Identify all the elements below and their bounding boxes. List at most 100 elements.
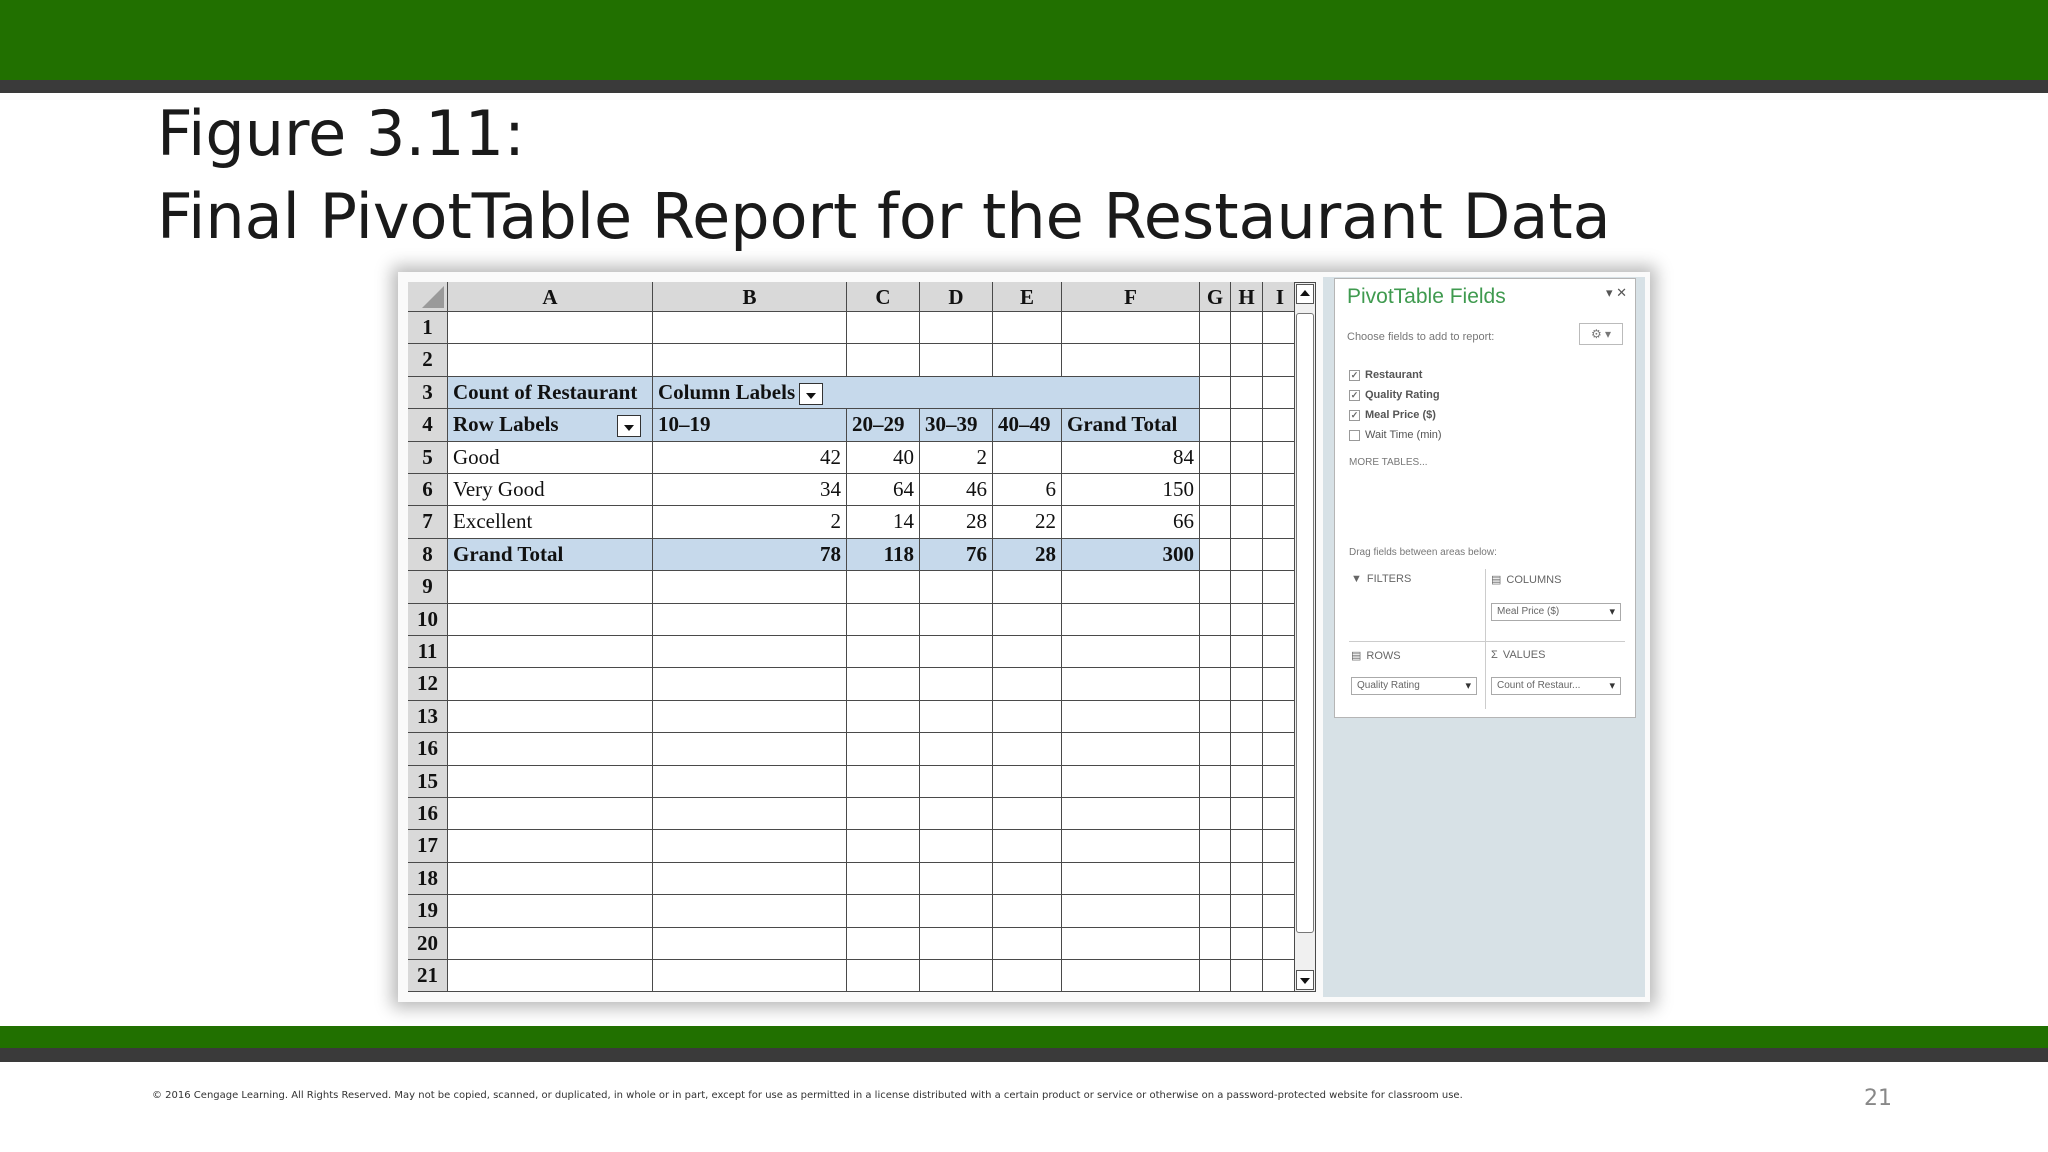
cell[interactable] xyxy=(993,668,1062,701)
column-header[interactable]: F xyxy=(1062,282,1200,312)
column-header[interactable]: D xyxy=(920,282,993,312)
cell[interactable] xyxy=(1263,376,1298,410)
cell[interactable] xyxy=(653,668,847,701)
row-header[interactable]: 9 xyxy=(408,571,448,604)
values-field-dropdown[interactable]: Count of Restaur... xyxy=(1491,677,1621,695)
cell[interactable] xyxy=(1263,927,1298,960)
cell[interactable] xyxy=(920,312,993,345)
pivot-value-cell[interactable]: 40 xyxy=(847,441,920,474)
row-header[interactable]: 16 xyxy=(408,733,448,766)
cell[interactable] xyxy=(653,798,847,831)
checkbox-icon[interactable] xyxy=(1349,429,1360,441)
pivot-value-cell[interactable]: 6 xyxy=(993,474,1062,507)
cell[interactable] xyxy=(1263,603,1298,636)
cell[interactable] xyxy=(653,927,847,960)
checkbox-checked-icon[interactable]: ✓ xyxy=(1349,369,1360,381)
cell[interactable] xyxy=(920,700,993,734)
cell[interactable] xyxy=(1231,538,1263,572)
cell[interactable] xyxy=(847,895,920,928)
cell[interactable] xyxy=(920,765,993,798)
cell[interactable] xyxy=(1263,571,1298,604)
pivot-value-cell[interactable]: 2 xyxy=(653,506,847,539)
cell[interactable] xyxy=(993,960,1062,993)
cell[interactable] xyxy=(1062,960,1200,993)
pivot-value-cell[interactable]: 76 xyxy=(920,538,993,572)
cell[interactable] xyxy=(1200,733,1231,766)
cell[interactable] xyxy=(1062,765,1200,798)
cell[interactable] xyxy=(1062,830,1200,863)
cell[interactable] xyxy=(653,960,847,993)
cell[interactable] xyxy=(920,830,993,863)
cell[interactable] xyxy=(1231,441,1263,474)
cell[interactable] xyxy=(1263,538,1298,572)
cell[interactable] xyxy=(1200,506,1231,539)
tools-gear-icon[interactable]: ⚙ ▾ xyxy=(1579,323,1623,345)
cell[interactable] xyxy=(1200,636,1231,669)
field-item[interactable]: ✓ Meal Price ($) xyxy=(1349,409,1436,421)
column-header[interactable]: E xyxy=(993,282,1062,312)
cell[interactable] xyxy=(653,312,847,345)
cell[interactable] xyxy=(993,862,1062,896)
cell[interactable] xyxy=(1263,765,1298,798)
cell[interactable] xyxy=(1200,960,1231,993)
pivot-value-cell[interactable]: 34 xyxy=(653,474,847,507)
cell[interactable] xyxy=(1263,700,1298,734)
select-all-corner[interactable] xyxy=(408,282,448,312)
cell[interactable] xyxy=(1231,312,1263,345)
pivot-value-cell[interactable]: 28 xyxy=(993,538,1062,572)
cell[interactable] xyxy=(448,571,653,604)
cell[interactable] xyxy=(1200,798,1231,831)
cell[interactable] xyxy=(847,636,920,669)
cell[interactable] xyxy=(1263,636,1298,669)
cell[interactable] xyxy=(1200,474,1231,507)
cell[interactable] xyxy=(847,571,920,604)
pivot-value-cell[interactable]: 300 xyxy=(1062,538,1200,572)
cell[interactable] xyxy=(993,765,1062,798)
row-header[interactable]: 16 xyxy=(408,798,448,831)
cell[interactable] xyxy=(1263,409,1298,442)
cell[interactable] xyxy=(920,636,993,669)
cell[interactable] xyxy=(920,862,993,896)
cell[interactable] xyxy=(993,344,1062,377)
cell[interactable] xyxy=(1062,312,1200,345)
row-header[interactable]: 10 xyxy=(408,603,448,636)
cell[interactable] xyxy=(1062,733,1200,766)
cell[interactable] xyxy=(993,312,1062,345)
cell[interactable] xyxy=(847,798,920,831)
row-header[interactable]: 11 xyxy=(408,636,448,669)
cell[interactable] xyxy=(1231,636,1263,669)
cell[interactable] xyxy=(1062,571,1200,604)
row-header[interactable]: 12 xyxy=(408,668,448,701)
pivot-column-header[interactable]: 10–19 xyxy=(653,409,847,442)
checkbox-checked-icon[interactable]: ✓ xyxy=(1349,409,1360,421)
cell[interactable] xyxy=(448,603,653,636)
cell[interactable] xyxy=(847,344,920,377)
cell[interactable] xyxy=(1200,700,1231,734)
cell[interactable] xyxy=(1231,862,1263,896)
cell[interactable] xyxy=(653,830,847,863)
cell[interactable] xyxy=(653,895,847,928)
cell[interactable] xyxy=(847,312,920,345)
cell[interactable] xyxy=(1200,765,1231,798)
cell[interactable] xyxy=(920,960,993,993)
cell[interactable] xyxy=(1263,960,1298,993)
cell[interactable] xyxy=(1062,700,1200,734)
cell[interactable] xyxy=(653,571,847,604)
pivot-value-cell[interactable]: 118 xyxy=(847,538,920,572)
pivot-row-label[interactable]: Grand Total xyxy=(448,538,653,572)
cell[interactable] xyxy=(448,895,653,928)
row-labels-header[interactable]: Row Labels xyxy=(448,409,653,442)
column-header[interactable]: C xyxy=(847,282,920,312)
cell[interactable] xyxy=(847,603,920,636)
cell[interactable] xyxy=(993,895,1062,928)
cell[interactable] xyxy=(653,765,847,798)
cell[interactable] xyxy=(993,571,1062,604)
cell[interactable] xyxy=(1231,376,1263,410)
cell[interactable] xyxy=(1263,895,1298,928)
row-header[interactable]: 13 xyxy=(408,700,448,734)
cell[interactable] xyxy=(448,960,653,993)
row-header[interactable]: 15 xyxy=(408,765,448,798)
checkbox-checked-icon[interactable]: ✓ xyxy=(1349,389,1360,401)
cell[interactable] xyxy=(1263,830,1298,863)
cell[interactable] xyxy=(1200,927,1231,960)
